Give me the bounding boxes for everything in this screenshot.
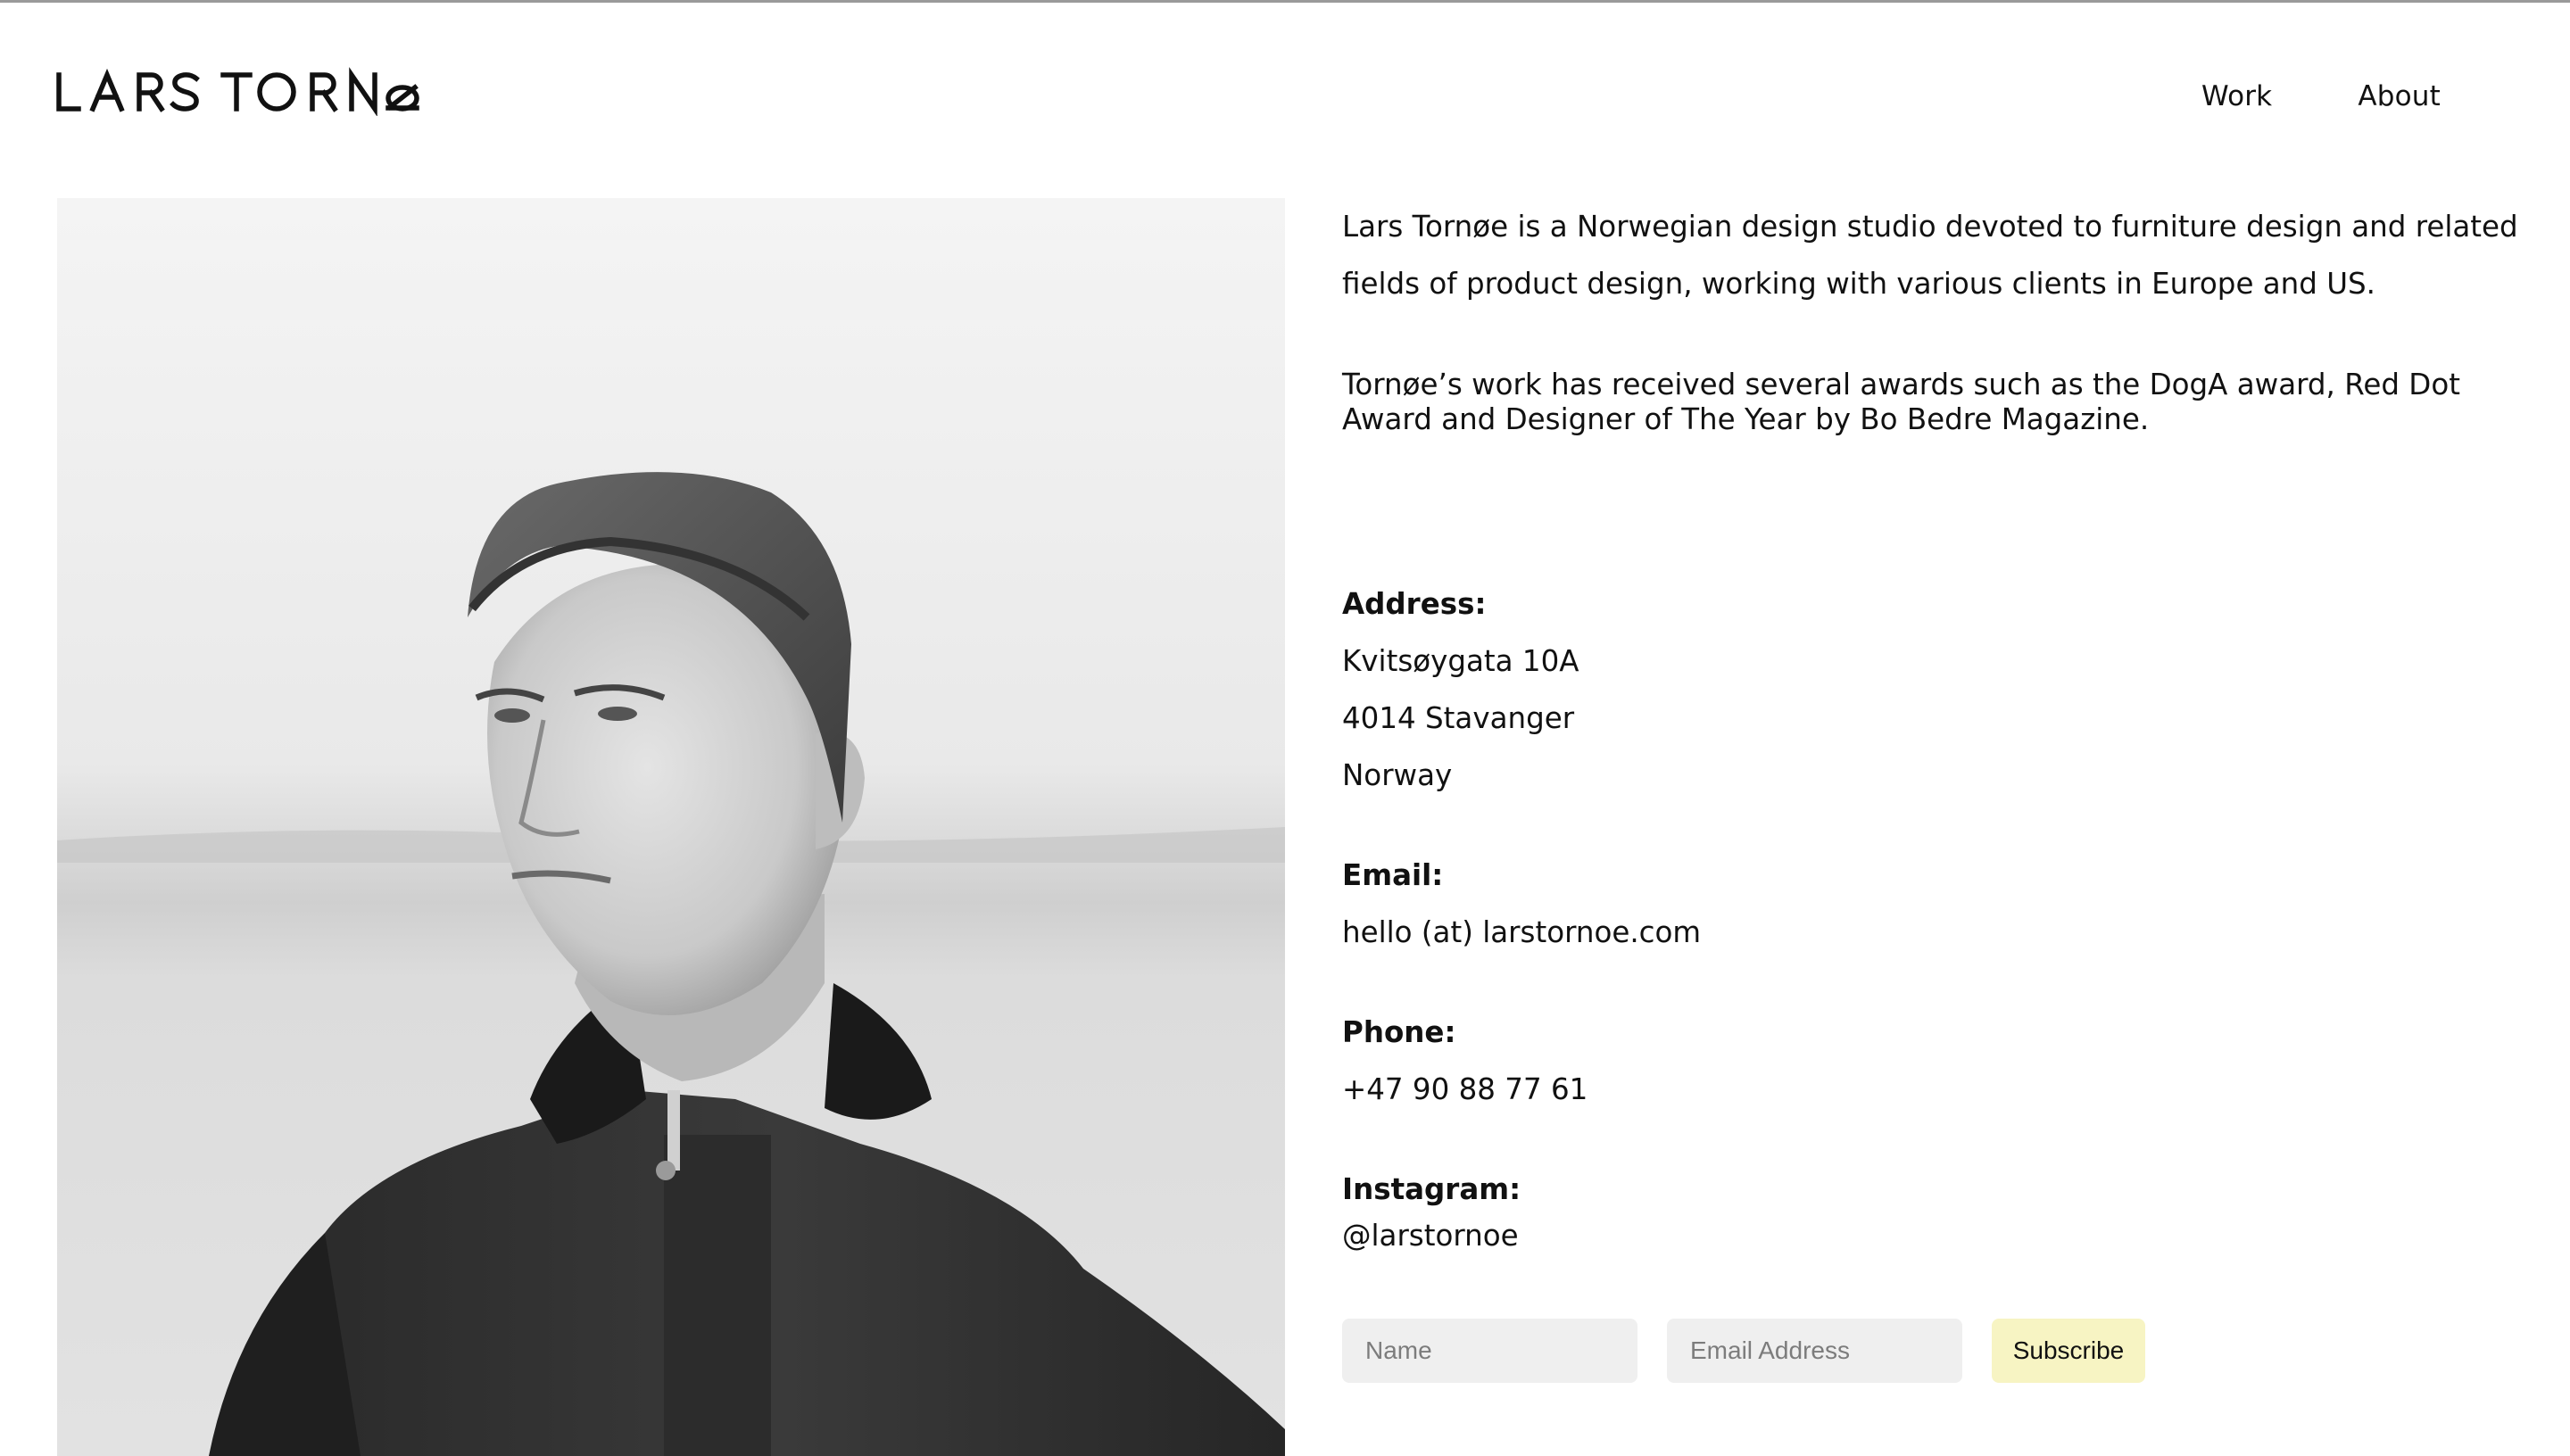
email-value[interactable]: hello (at) larstornoe.com [1342, 915, 1701, 949]
address-label: Address: [1342, 587, 1487, 621]
portrait-photo [57, 198, 1285, 1456]
awards-paragraph: Tornøe’s work has received several award… [1342, 368, 2460, 436]
subscribe-button[interactable]: Subscribe [1992, 1319, 2145, 1383]
logo-wordmark [56, 67, 419, 116]
phone-label: Phone: [1342, 1015, 1456, 1049]
phone-value[interactable]: +47 90 88 77 61 [1342, 1072, 1588, 1106]
address-line-2: 4014 Stavanger [1342, 701, 1575, 735]
email-label: Email: [1342, 858, 1444, 892]
name-input[interactable] [1342, 1319, 1637, 1383]
intro-paragraph: Lars Tornøe is a Norwegian design studio… [1342, 210, 2518, 301]
main-nav: Work About [2201, 80, 2441, 112]
instagram-handle[interactable]: @larstornoe [1342, 1219, 1519, 1253]
address-line-3: Norway [1342, 758, 1453, 792]
nav-link-about[interactable]: About [2358, 80, 2441, 112]
nav-link-work[interactable]: Work [2201, 80, 2272, 112]
top-border [0, 0, 2570, 3]
brand-logo[interactable] [54, 66, 421, 116]
instagram-label: Instagram: [1342, 1172, 1521, 1206]
address-line-1: Kvitsøygata 10A [1342, 644, 1579, 678]
email-input[interactable] [1667, 1319, 1962, 1383]
newsletter-form: Subscribe [1342, 1319, 2145, 1383]
